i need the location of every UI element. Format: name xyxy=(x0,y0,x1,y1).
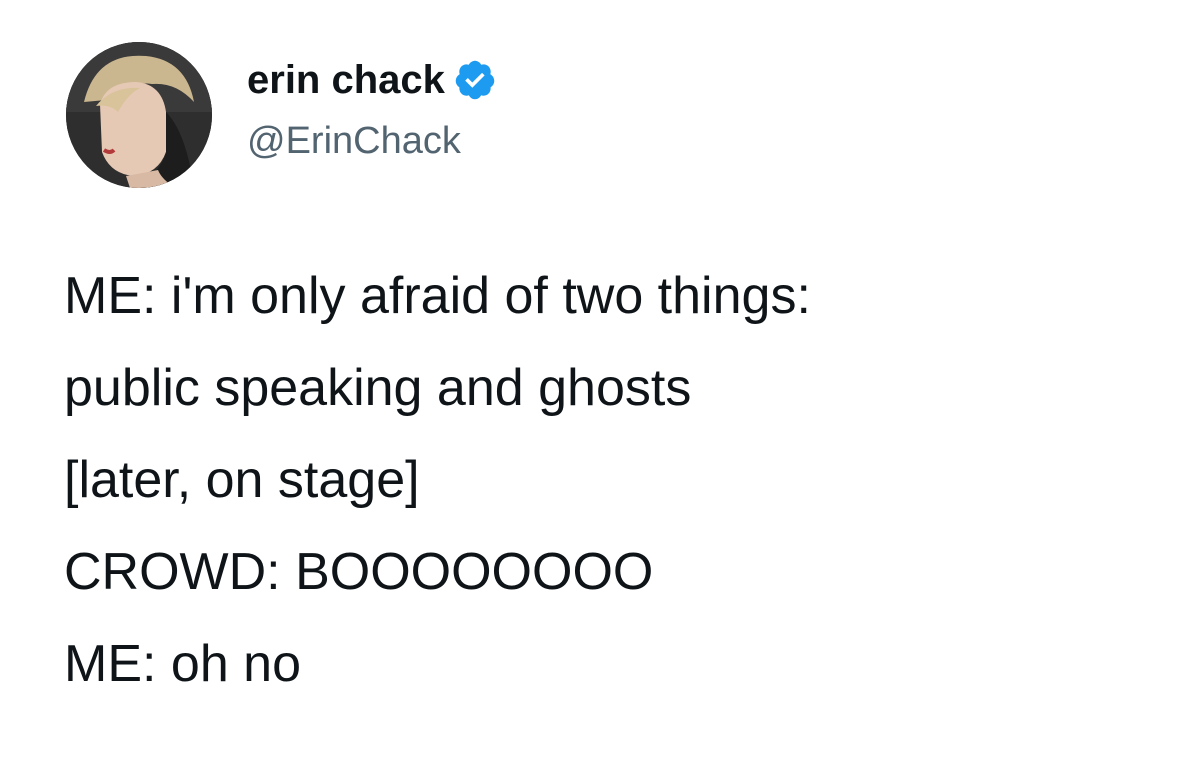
tweet-line: public speaking and ghosts xyxy=(64,359,692,417)
author-handle[interactable]: @ErinChack xyxy=(247,118,461,164)
author-name-row[interactable]: erin chack xyxy=(247,56,497,104)
tweet-text: ME: i'm only afraid of two things: publi… xyxy=(64,250,1154,710)
tweet-line: ME: i'm only afraid of two things: xyxy=(64,267,811,325)
author-avatar[interactable] xyxy=(66,42,212,188)
tweet-card: erin chack @ErinChack ME: i'm only afrai… xyxy=(0,0,1179,780)
tweet-line: CROWD: BOOOOOOOO xyxy=(64,543,654,601)
verified-badge-icon xyxy=(455,60,495,100)
tweet-line: ME: oh no xyxy=(64,635,302,693)
author-display-name[interactable]: erin chack xyxy=(247,56,445,104)
profile-photo-icon xyxy=(66,42,212,188)
tweet-line: [later, on stage] xyxy=(64,451,420,509)
